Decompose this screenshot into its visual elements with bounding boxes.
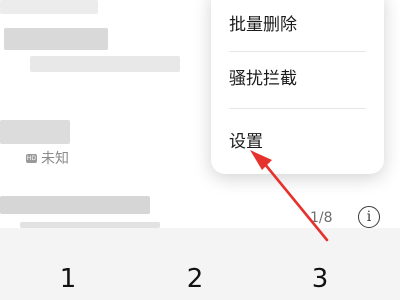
menu-item-batch-delete[interactable]: 批量删除 [229,10,297,35]
dialpad-key-2[interactable]: 2 [165,264,225,294]
call-entry-tag-label: 未知 [41,151,69,167]
dialpad-key-1[interactable]: 1 [38,264,98,294]
menu-divider [229,51,366,52]
menu-item-harassment-block[interactable]: 骚扰拦截 [229,64,297,89]
blurred-contact-name [0,0,98,14]
dialpad-key-3[interactable]: 3 [290,264,350,294]
dialpad: 1 2 3 [0,228,400,300]
menu-item-settings[interactable]: 设置 [229,127,263,152]
blurred-contact-name [4,28,108,50]
overflow-popup-menu: 批量删除 骚扰拦截 设置 [211,0,384,174]
info-icon[interactable]: i [358,206,380,228]
menu-divider [229,108,366,109]
blurred-contact-name [0,120,70,144]
call-entry-location: HD 未知 [26,148,69,168]
blurred-contact-name [0,196,150,214]
hd-badge-icon: HD [26,153,37,163]
call-count-label: 1/8 [310,210,333,226]
blurred-contact-detail [30,56,180,72]
